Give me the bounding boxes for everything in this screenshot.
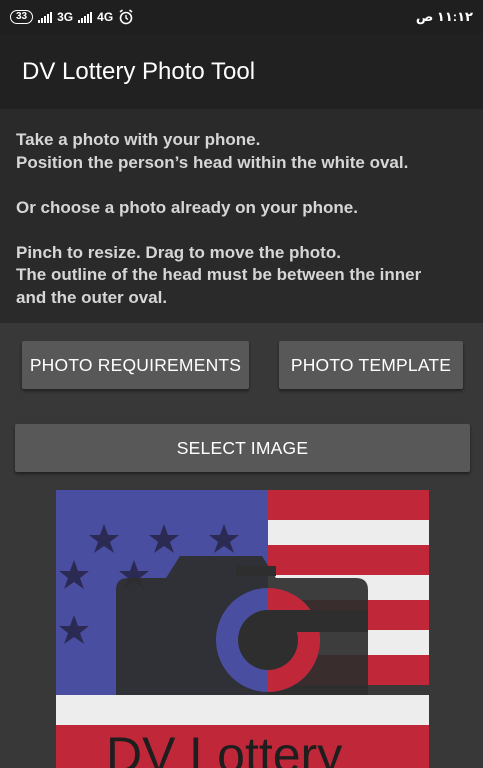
app-bar: DV Lottery Photo Tool xyxy=(0,34,483,109)
battery-icon: 33 xyxy=(10,10,34,24)
app-title: DV Lottery Photo Tool xyxy=(22,57,256,85)
network-type-1: 3G xyxy=(57,10,74,24)
app-logo: DV Lottery xyxy=(56,490,429,768)
main-content: PHOTO REQUIREMENTS PHOTO TEMPLATE SELECT… xyxy=(0,323,483,768)
network-type-2: 4G xyxy=(97,10,114,24)
status-bar: 33 3G 4G ١١:١٢ ص xyxy=(0,0,483,34)
select-image-button[interactable]: SELECT IMAGE xyxy=(15,424,470,472)
instruction-line: Pinch to resize. Drag to move the photo. xyxy=(16,242,341,262)
clock: ١١:١٢ ص xyxy=(415,9,473,24)
instruction-spacer xyxy=(16,219,467,242)
dv-lottery-logo-image: DV Lottery xyxy=(56,490,429,768)
instruction-spacer xyxy=(16,174,467,197)
alarm-clock-icon xyxy=(119,9,133,25)
status-icons: 33 3G 4G xyxy=(10,9,134,25)
instruction-line: Take a photo with your phone. xyxy=(16,130,261,149)
photo-template-button[interactable]: PHOTO TEMPLATE xyxy=(279,341,463,389)
signal-icon-2 xyxy=(78,11,93,23)
instruction-line: Position the person’s head within the wh… xyxy=(16,152,409,172)
instruction-line: and the outer oval. xyxy=(16,287,168,307)
logo-text: DV Lottery xyxy=(106,727,342,768)
instruction-line: The outline of the head must be between … xyxy=(16,265,422,284)
instruction-line: Or choose a photo already on your phone. xyxy=(16,197,358,217)
signal-icon xyxy=(38,11,53,23)
photo-requirements-button[interactable]: PHOTO REQUIREMENTS xyxy=(22,341,249,389)
instructions-panel: Take a photo with your phone. Position t… xyxy=(0,109,483,323)
